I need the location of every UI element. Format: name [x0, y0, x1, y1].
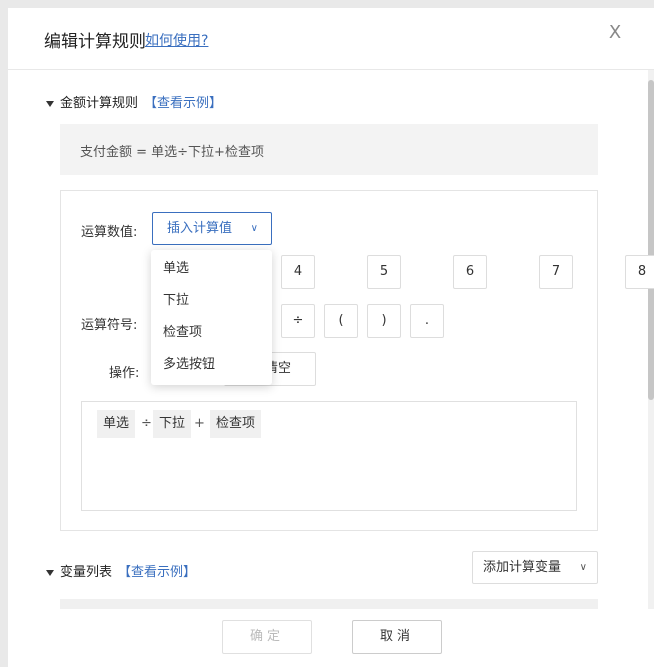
expression-chip[interactable]: 检查项 [210, 410, 262, 438]
insert-value-button[interactable]: 插入计算值 ∨ [152, 212, 272, 245]
expression-chip[interactable]: 下拉 [153, 410, 192, 438]
number-key[interactable]: 8 [625, 255, 654, 289]
operand-label: 运算数值: [81, 225, 138, 240]
number-key[interactable]: 7 [539, 255, 573, 289]
page-background: 编辑计算规则 如何使用? X 金额计算规则 【查看示例】 支付金额 = 单选÷下拉… [0, 0, 654, 667]
chevron-down-icon: ∨ [579, 562, 587, 573]
amount-section-title: 金额计算规则 [60, 96, 139, 111]
dialog-header: 编辑计算规则 如何使用? X [8, 8, 654, 70]
operator-key[interactable]: . [410, 304, 444, 338]
insert-value-label: 插入计算值 [167, 221, 233, 236]
dialog-footer: 确定 取消 [8, 609, 654, 667]
formula-text: 支付金额 = 单选÷下拉+检查项 [80, 145, 264, 160]
variable-section-title: 变量列表 [60, 565, 113, 580]
caret-down-icon [46, 100, 54, 107]
caret-down-icon [46, 569, 54, 576]
operator-label: 运算符号: [81, 318, 138, 333]
add-variable-label: 添加计算变量 [483, 560, 562, 575]
expression-chip[interactable]: 单选 [97, 410, 136, 438]
add-variable-button[interactable]: 添加计算变量 ∨ [472, 551, 598, 584]
close-icon[interactable]: X [605, 23, 625, 43]
insert-value-dropdown: 单选 下拉 检查项 多选按钮 [151, 250, 272, 385]
action-label: 操作: [109, 366, 140, 381]
number-key[interactable]: 4 [281, 255, 315, 289]
help-link[interactable]: 如何使用? [145, 30, 208, 50]
dropdown-item[interactable]: 多选按钮 [151, 349, 272, 381]
calculation-panel: 运算数值: 插入计算值 ∨ 4567890 运算符号: ÷(). 操作: 清空 … [60, 190, 654, 531]
cancel-button[interactable]: 取消 [352, 620, 442, 654]
dropdown-item[interactable]: 下拉 [151, 285, 272, 317]
chevron-down-icon: ∨ [250, 223, 258, 234]
variable-section-header[interactable]: 变量列表 【查看示例】 [46, 561, 196, 580]
expression-editor[interactable]: 单选 ÷ 下拉 + 检查项 [81, 401, 577, 511]
formula-preview: 支付金额 = 单选÷下拉+检查项 [60, 124, 598, 175]
expression-operator: ÷ [141, 416, 152, 431]
edit-rule-dialog: 编辑计算规则 如何使用? X 金额计算规则 【查看示例】 支付金额 = 单选÷下拉… [8, 8, 654, 667]
expression-operator: + [194, 416, 205, 431]
scrollbar-thumb[interactable] [648, 80, 654, 400]
operator-key[interactable]: ÷ [281, 304, 315, 338]
number-key[interactable]: 5 [367, 255, 401, 289]
number-key[interactable]: 6 [453, 255, 487, 289]
amount-example-link[interactable]: 【查看示例】 [144, 96, 222, 111]
operator-key[interactable]: ( [324, 304, 358, 338]
dropdown-item[interactable]: 检查项 [151, 317, 272, 349]
confirm-button[interactable]: 确定 [222, 620, 312, 654]
dropdown-item[interactable]: 单选 [151, 253, 272, 285]
dialog-title: 编辑计算规则 [44, 32, 146, 52]
scrollbar[interactable] [648, 70, 654, 667]
variable-example-link[interactable]: 【查看示例】 [118, 565, 196, 580]
operator-key[interactable]: ) [367, 304, 401, 338]
variable-list-header [60, 599, 598, 609]
amount-section-header[interactable]: 金额计算规则 【查看示例】 [46, 92, 222, 111]
